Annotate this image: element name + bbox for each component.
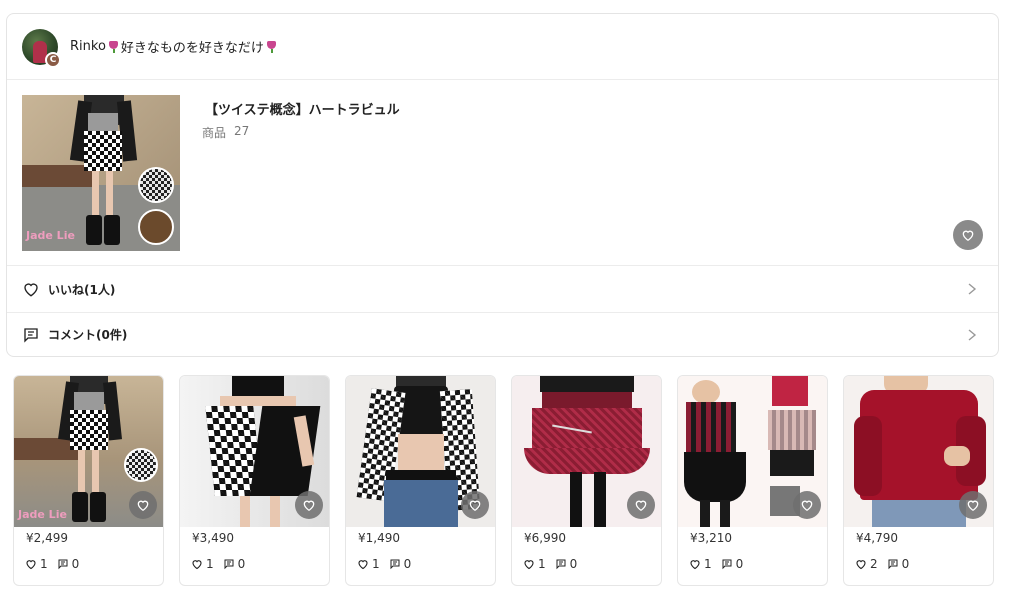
comment-count: 0 — [403, 557, 412, 571]
comment-icon — [24, 327, 38, 343]
like-count: 2 — [870, 557, 878, 571]
collection-card: C Rinko 好きなものを好きなだけ Jade Lie 【ツイステ概念】ハート… — [6, 13, 999, 357]
heart-outline-icon — [690, 560, 700, 570]
collection-info: Jade Lie 【ツイステ概念】ハートラビュル 商品 27 — [7, 80, 998, 266]
comment-icon — [224, 559, 234, 570]
likes-row[interactable]: いいね(1人) — [7, 266, 998, 313]
product-image[interactable] — [180, 376, 329, 527]
comment-icon — [390, 559, 400, 570]
like-count: 1 — [538, 557, 546, 571]
heart-outline-icon — [24, 283, 38, 297]
heart-icon — [469, 500, 481, 512]
heart-icon — [967, 500, 979, 512]
product-card[interactable]: Jade Lie ¥2,499 1 0 — [13, 375, 164, 586]
product-image[interactable] — [844, 376, 993, 527]
chevron-right-icon — [968, 283, 977, 295]
like-count: 1 — [704, 557, 712, 571]
comment-count: 0 — [237, 557, 246, 571]
favorite-button[interactable] — [461, 491, 489, 519]
cover-watermark: Jade Lie — [26, 229, 75, 242]
product-stats: 1 0 — [191, 557, 254, 571]
favorite-button[interactable] — [295, 491, 323, 519]
product-price: ¥3,490 — [192, 531, 234, 545]
product-card[interactable]: ¥3,210 1 0 — [677, 375, 828, 586]
likes-label: いいね(1人) — [48, 282, 116, 297]
comment-count: 0 — [569, 557, 578, 571]
favorite-button[interactable] — [959, 491, 987, 519]
items-label: 商品 — [202, 126, 227, 140]
heart-outline-icon — [856, 560, 866, 570]
product-stats: 1 0 — [357, 557, 420, 571]
heart-outline-icon — [192, 560, 202, 570]
product-image[interactable] — [346, 376, 495, 527]
like-count: 1 — [40, 557, 48, 571]
tulip-icon — [266, 40, 277, 53]
product-price: ¥1,490 — [358, 531, 400, 545]
product-card[interactable]: ¥3,490 1 0 — [179, 375, 330, 586]
heart-icon — [635, 500, 647, 512]
product-image[interactable] — [678, 376, 827, 527]
comment-count: 0 — [71, 557, 80, 571]
comment-icon — [888, 559, 898, 570]
collection-favorite-button[interactable] — [953, 220, 983, 250]
product-stats: 2 0 — [855, 557, 918, 571]
comment-count: 0 — [735, 557, 744, 571]
items-count: 27 — [234, 124, 250, 138]
user-display-name[interactable]: Rinko 好きなものを好きなだけ — [70, 37, 277, 56]
heart-icon — [303, 500, 315, 512]
product-image[interactable] — [512, 376, 661, 527]
heart-outline-icon — [524, 560, 534, 570]
product-stats: 1 0 — [689, 557, 752, 571]
avatar[interactable]: C — [22, 28, 61, 68]
like-count: 1 — [206, 557, 214, 571]
chevron-right-icon — [968, 328, 977, 341]
heart-outline-icon — [358, 560, 368, 570]
comment-icon — [722, 559, 732, 570]
product-card[interactable]: ¥6,990 1 0 — [511, 375, 662, 586]
comment-icon — [556, 559, 566, 570]
tulip-icon — [108, 40, 119, 53]
product-card[interactable]: ¥1,490 1 0 — [345, 375, 496, 586]
product-price: ¥3,210 — [690, 531, 732, 545]
heart-icon — [801, 500, 813, 512]
collection-meta: 商品 27 — [202, 124, 249, 141]
collection-title: 【ツイステ概念】ハートラビュル — [205, 103, 400, 118]
user-header[interactable]: C Rinko 好きなものを好きなだけ — [7, 14, 998, 80]
product-image[interactable]: Jade Lie — [14, 376, 163, 527]
favorite-button[interactable] — [627, 491, 655, 519]
avatar-badge: C — [45, 51, 61, 68]
user-name: Rinko — [70, 39, 106, 54]
comment-icon — [58, 559, 68, 570]
product-card[interactable]: ¥4,790 2 0 — [843, 375, 994, 586]
heart-icon — [962, 230, 974, 242]
product-watermark: Jade Lie — [18, 508, 67, 521]
comment-count: 0 — [901, 557, 910, 571]
favorite-button[interactable] — [793, 491, 821, 519]
like-count: 1 — [372, 557, 380, 571]
product-grid: Jade Lie ¥2,499 1 0 ¥3,490 1 0 ¥1,490 1 … — [13, 375, 994, 586]
collection-cover-image[interactable]: Jade Lie — [22, 95, 180, 251]
product-stats: 1 0 — [25, 557, 88, 571]
heart-outline-icon — [26, 560, 36, 570]
product-price: ¥6,990 — [524, 531, 566, 545]
product-stats: 1 0 — [523, 557, 586, 571]
product-price: ¥4,790 — [856, 531, 898, 545]
user-bio: 好きなものを好きなだけ — [120, 41, 264, 56]
favorite-button[interactable] — [129, 491, 157, 519]
product-price: ¥2,499 — [26, 531, 68, 545]
heart-icon — [137, 500, 149, 512]
comments-label: コメント(0件) — [48, 328, 128, 342]
comments-row[interactable]: コメント(0件) — [7, 313, 998, 356]
